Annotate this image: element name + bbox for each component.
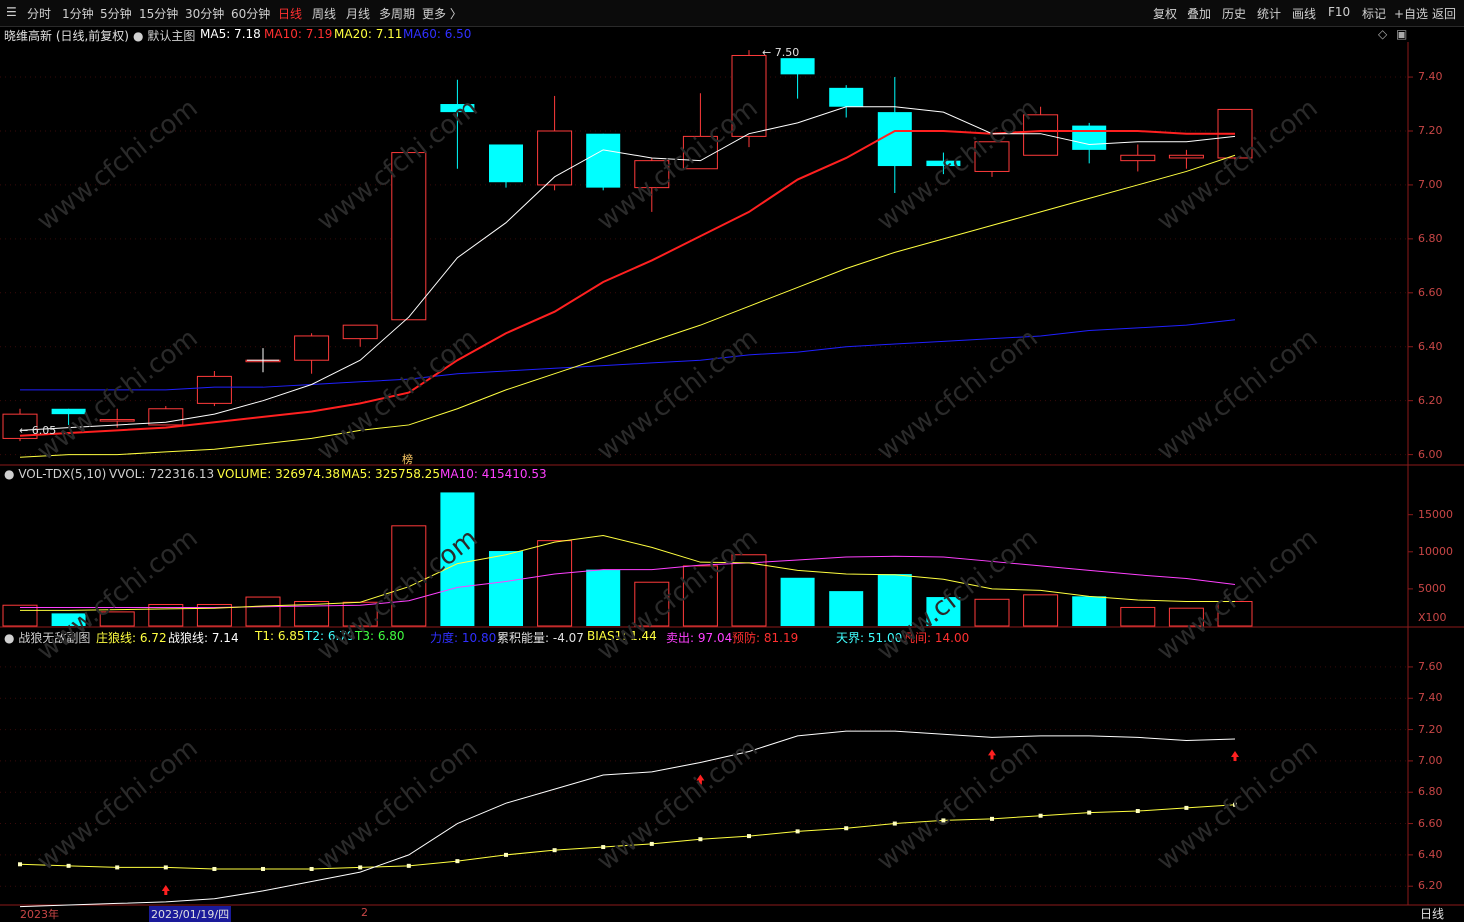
zhuanglang-label: 庄狼线: 6.72 <box>96 631 167 645</box>
yujing-label: 预防: 81.19 <box>732 631 799 645</box>
candle-up <box>294 335 330 361</box>
red-up-arrow-icon <box>161 885 170 895</box>
candle-up <box>1168 154 1204 159</box>
zhuanglang-dot <box>1135 809 1140 814</box>
maichu-label: 卖出: 97.04 <box>666 631 733 645</box>
diamond-icon[interactable]: ◇ <box>1378 27 1387 41</box>
zhuanglang-dot <box>115 865 120 870</box>
volume-bar-up <box>1120 606 1156 627</box>
window-icon[interactable]: ▣ <box>1396 27 1407 41</box>
leiji-label: 累积能量: -4.07 <box>497 631 584 645</box>
indicator-axis-label: 6.60 <box>1418 816 1443 830</box>
volume-bar-down <box>780 577 815 626</box>
vol-axis-label: 15000 <box>1418 507 1453 521</box>
zhuanglang-dot <box>1038 813 1043 818</box>
volume-bar-down <box>489 551 523 626</box>
indicator-axis-label: 7.40 <box>1418 691 1443 705</box>
candle-up <box>196 375 232 404</box>
indicator-axis-label: 6.80 <box>1418 785 1443 799</box>
circle-dot-icon: ● <box>133 29 144 43</box>
high-price-annotation: ← 7.50 <box>762 46 800 59</box>
price-axis-label: 6.40 <box>1418 339 1443 353</box>
ma5-label: MA5: 7.18 <box>200 27 261 41</box>
year-label: 2023年 <box>20 908 59 921</box>
indicator-axis-label: 7.00 <box>1418 753 1443 767</box>
volume-bar-down <box>586 569 621 626</box>
volume-bar-up <box>974 598 1010 627</box>
zhuanglang-dot <box>18 862 22 867</box>
vol-axis-label: 5000 <box>1418 581 1446 595</box>
ma20-label: MA20: 7.11 <box>334 27 403 41</box>
vol-ma5-label: MA5: 325758.25 <box>341 467 440 481</box>
zhuanglang-dot <box>747 834 751 839</box>
indicator-axis-label: 7.20 <box>1418 722 1443 736</box>
vol-axis-label: 10000 <box>1418 544 1453 558</box>
price-axis-label: 6.60 <box>1418 285 1443 299</box>
zhuanglang-dot <box>844 826 849 831</box>
volume-bar-up <box>1023 594 1059 627</box>
circle-dot-icon: ● <box>4 631 15 645</box>
zhuanglang-dot <box>358 865 363 870</box>
vol-indicator-name[interactable]: ● VOL-TDX(5,10) <box>4 467 106 481</box>
candle-down <box>877 112 912 167</box>
stock-title: 晓维高新 (日线,前复权) <box>4 29 129 43</box>
volume-bar-up <box>245 596 281 627</box>
indicator-axis-label: 6.20 <box>1418 879 1443 893</box>
zhuanglang-dot <box>552 848 557 853</box>
red-up-arrow-icon <box>1231 750 1239 761</box>
price-axis-label: 6.00 <box>1418 447 1443 461</box>
t1-label: T1: 6.85 <box>255 629 305 643</box>
zhuanglang-dot <box>455 859 460 864</box>
price-axis-label: 7.40 <box>1418 70 1443 84</box>
zhuanglang-dot <box>309 866 314 871</box>
zhanlang-label: 战狼线: 7.14 <box>168 631 239 645</box>
zhuanglang-dot <box>212 866 217 871</box>
zhuanglang-dot <box>406 863 411 868</box>
candle-down <box>489 144 523 183</box>
vvol-label: VVOL: 722316.13 <box>109 467 215 481</box>
volume-bar-up <box>537 540 573 627</box>
volume-bar-down <box>1072 596 1107 626</box>
vol-ma10-label: MA10: 415410.53 <box>440 467 547 481</box>
indicator-axis-label: 7.60 <box>1418 659 1443 673</box>
ma60-label: MA60: 6.50 <box>403 27 472 41</box>
price-axis-label: 6.20 <box>1418 393 1443 407</box>
candle-down <box>780 58 815 75</box>
cursor-date-label: 2023/01/19/四 <box>149 906 232 922</box>
zhuanglang-dot <box>163 865 168 870</box>
circle-dot-icon: ● <box>4 467 15 481</box>
candle-down <box>829 87 864 107</box>
price-axis-label: 7.00 <box>1418 177 1443 191</box>
volume-label: VOLUME: 326974.38 <box>217 467 340 481</box>
zhuanglang-dot <box>698 837 703 842</box>
ma10-label: MA10: 7.19 <box>264 27 333 41</box>
indicator-axis-label: 6.40 <box>1418 847 1443 861</box>
zhuanglang-dot <box>1087 810 1092 815</box>
period-indicator[interactable]: 日线 <box>1420 905 1444 922</box>
zhuanglang-dot <box>261 866 265 871</box>
volume-bar-up <box>2 604 38 627</box>
template-selector[interactable]: ● 默认主图 <box>133 27 195 44</box>
candle-up <box>342 324 378 340</box>
price-axis-label: 6.80 <box>1418 231 1443 245</box>
volume-bar-down <box>829 591 864 626</box>
zhuanglang-dot <box>892 821 897 826</box>
zhuanglang-dot <box>990 816 994 821</box>
lidu-label: 力度: 10.80 <box>430 631 497 645</box>
price-axis-label: 7.20 <box>1418 123 1443 137</box>
candle-down <box>586 133 621 188</box>
zhuanglang-dot <box>1184 805 1189 810</box>
candle-down <box>1072 125 1107 150</box>
zhuanglang-dot <box>504 852 508 857</box>
zhuanglang-dot <box>795 829 800 834</box>
vol-unit-label: X100 <box>1418 611 1447 624</box>
month-mark: 2 <box>361 906 368 919</box>
bang-marker[interactable]: 榜 <box>402 451 413 467</box>
zhuanglang-dot <box>66 863 71 868</box>
candle-up <box>1120 154 1156 162</box>
